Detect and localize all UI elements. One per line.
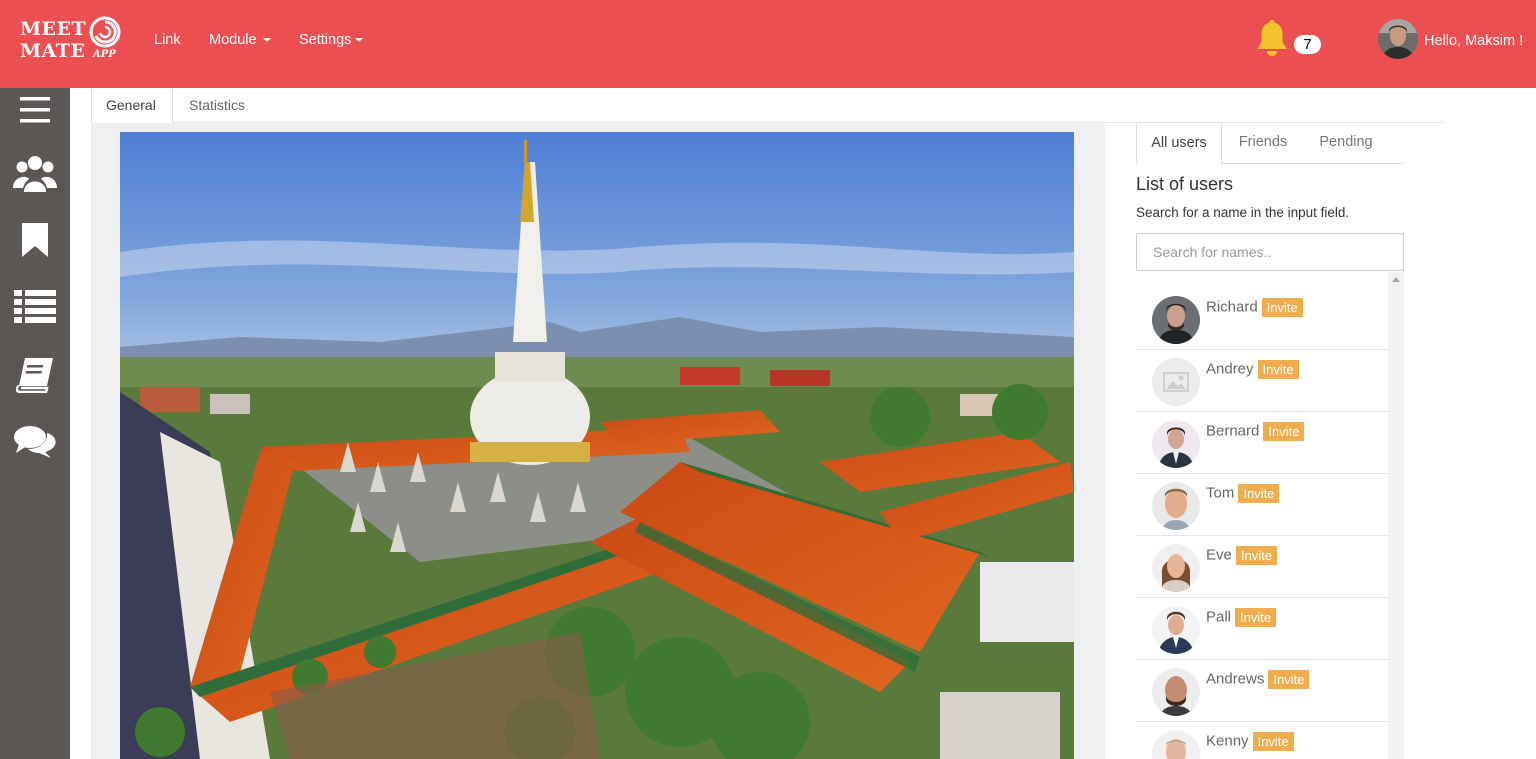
avatar[interactable] [1152, 668, 1200, 716]
avatar[interactable] [1152, 606, 1200, 654]
user-row: Kenny Invite [1136, 722, 1388, 759]
user-name-line: Andrey Invite [1206, 360, 1299, 379]
user-name[interactable]: Pall [1206, 608, 1231, 625]
user-name-line: Andrews Invite [1206, 670, 1310, 689]
tab-all-users-label: All users [1151, 135, 1207, 151]
tab-statistics-label: Statistics [189, 97, 246, 113]
nav-module-label: Module [209, 32, 257, 48]
user-filter-tabs: All users Friends Pending [1136, 122, 1404, 164]
user-name[interactable]: Richard [1206, 298, 1258, 315]
nav-link[interactable]: Link [154, 31, 181, 49]
user-name[interactable]: Andrews [1206, 670, 1264, 687]
scroll-up-icon[interactable] [1392, 277, 1400, 282]
bookmark-icon[interactable] [12, 218, 58, 262]
user-name-line: Richard Invite [1206, 298, 1303, 317]
chevron-down-icon [355, 38, 364, 42]
invite-button[interactable]: Invite [1257, 360, 1299, 379]
tab-friends-label: Friends [1238, 134, 1288, 150]
avatar[interactable] [1152, 482, 1200, 530]
bell-icon[interactable] [1254, 18, 1290, 58]
user-name[interactable]: Tom [1206, 484, 1234, 501]
invite-button[interactable]: Invite [1252, 732, 1294, 751]
user-avatar[interactable] [1378, 19, 1418, 59]
user-row: Bernard Invite [1136, 412, 1388, 474]
user-name[interactable]: Andrey [1206, 360, 1254, 377]
main-tabs: General Statistics [91, 88, 1443, 123]
tab-pending[interactable]: Pending [1306, 122, 1386, 164]
users-list-scrollbar[interactable] [1388, 272, 1404, 759]
user-row: Andrey Invite [1136, 350, 1388, 412]
invite-button[interactable]: Invite [1235, 608, 1277, 627]
nav-settings-dropdown[interactable]: Settings [299, 31, 364, 49]
tab-all-users[interactable]: All users [1136, 122, 1222, 164]
image-placeholder-icon [1152, 358, 1200, 406]
avatar[interactable] [1152, 544, 1200, 592]
invite-button[interactable]: Invite [1268, 670, 1310, 689]
avatar[interactable] [1152, 296, 1200, 344]
logo-word-3: APP [93, 49, 116, 60]
chat-icon[interactable] [12, 420, 58, 464]
list-icon[interactable] [12, 284, 58, 328]
user-row: Eve Invite [1136, 536, 1388, 598]
invite-button[interactable]: Invite [1235, 546, 1277, 565]
app-logo[interactable]: MEET MATE APP [20, 16, 122, 66]
user-row: Tom Invite [1136, 474, 1388, 536]
avatar-photo-icon [1378, 19, 1418, 59]
user-greeting[interactable]: Hello, Maksim ! [1424, 32, 1523, 50]
top-navbar: MEET MATE APP Link Module Settings 7 Hel… [0, 0, 1536, 88]
notification-count-badge[interactable]: 7 [1294, 35, 1321, 54]
tab-general[interactable]: General [91, 88, 173, 123]
avatar[interactable] [1152, 730, 1200, 759]
user-name-line: Bernard Invite [1206, 422, 1305, 441]
user-row: Richard Invite [1136, 288, 1388, 350]
user-name[interactable]: Kenny [1206, 732, 1249, 749]
user-row: Andrews Invite [1136, 660, 1388, 722]
user-name[interactable]: Eve [1206, 546, 1232, 563]
user-name[interactable]: Bernard [1206, 422, 1259, 439]
nav-settings-label: Settings [299, 32, 352, 48]
nav-link-label: Link [154, 32, 181, 48]
logo-word-1: MEET [20, 18, 87, 40]
user-name-line: Tom Invite [1206, 484, 1280, 503]
tab-pending-label: Pending [1319, 134, 1373, 150]
users-icon[interactable] [12, 152, 58, 196]
invite-button[interactable]: Invite [1238, 484, 1280, 503]
menu-icon[interactable] [12, 88, 58, 132]
tab-general-label: General [106, 97, 156, 113]
user-name-line: Kenny Invite [1206, 732, 1294, 751]
nav-module-dropdown[interactable]: Module [209, 31, 271, 49]
invite-button[interactable]: Invite [1261, 298, 1303, 317]
chevron-down-icon [262, 38, 271, 42]
invite-button[interactable]: Invite [1263, 422, 1305, 441]
search-input[interactable] [1136, 233, 1404, 271]
user-name-line: Eve Invite [1206, 546, 1277, 565]
avatar[interactable] [1152, 420, 1200, 468]
users-list-title: List of users [1136, 174, 1234, 194]
user-name-line: Pall Invite [1206, 608, 1277, 627]
book-icon[interactable] [12, 353, 58, 397]
left-sidebar [0, 88, 70, 759]
avatar[interactable] [1152, 358, 1200, 406]
logo-word-2: MATE [20, 40, 86, 62]
user-row: Pall Invite [1136, 598, 1388, 660]
temple-photo [120, 132, 1074, 759]
logo-swirl-icon [89, 16, 121, 48]
users-list-subtitle: Search for a name in the input field. [1136, 205, 1350, 220]
tab-friends[interactable]: Friends [1226, 122, 1300, 164]
tab-statistics[interactable]: Statistics [189, 88, 245, 123]
